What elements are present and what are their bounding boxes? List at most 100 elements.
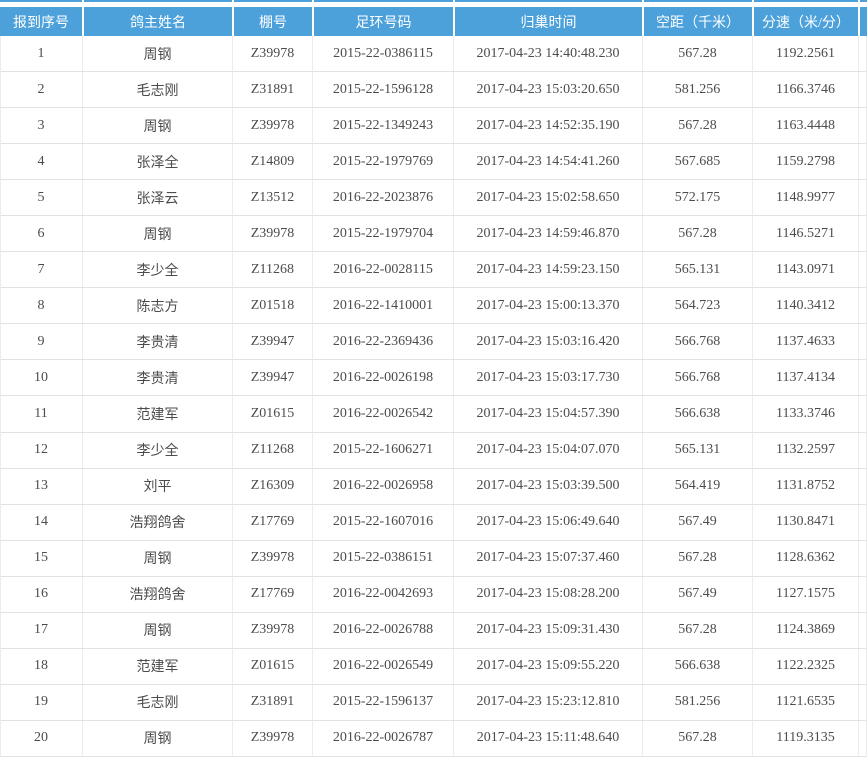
column-header-speed: 分速（米/分） bbox=[752, 0, 858, 36]
cell-speed: 1159.2798 bbox=[752, 144, 858, 179]
table-row: 12李少全Z112682015-22-16062712017-04-23 15:… bbox=[0, 433, 867, 469]
cell-loft: Z13512 bbox=[232, 180, 312, 215]
cell-speed: 1133.3746 bbox=[752, 396, 858, 431]
cell-ring: 2015-22-1349243 bbox=[312, 108, 453, 143]
cell-blank bbox=[858, 108, 867, 143]
table-row: 2毛志刚Z318912015-22-15961282017-04-23 15:0… bbox=[0, 72, 867, 108]
table-row: 16浩翔鸽舍Z177692016-22-00426932017-04-23 15… bbox=[0, 577, 867, 613]
column-header-ring: 足环号码 bbox=[312, 0, 453, 36]
table-row: 15周钢Z399782015-22-03861512017-04-23 15:0… bbox=[0, 541, 867, 577]
cell-ring: 2016-22-0026788 bbox=[312, 613, 453, 648]
cell-rank: 5 bbox=[0, 180, 82, 215]
cell-loft: Z39978 bbox=[232, 108, 312, 143]
cell-distance: 581.256 bbox=[642, 685, 752, 720]
cell-loft: Z01615 bbox=[232, 396, 312, 431]
cell-distance: 566.768 bbox=[642, 360, 752, 395]
cell-blank bbox=[858, 541, 867, 576]
cell-owner: 周钢 bbox=[82, 613, 232, 648]
cell-distance: 567.28 bbox=[642, 541, 752, 576]
cell-time: 2017-04-23 15:03:16.420 bbox=[453, 324, 642, 359]
cell-ring: 2016-22-0026542 bbox=[312, 396, 453, 431]
cell-blank bbox=[858, 252, 867, 287]
cell-owner: 周钢 bbox=[82, 721, 232, 756]
column-header-label: 足环号码 bbox=[356, 12, 412, 32]
cell-distance: 565.131 bbox=[642, 433, 752, 468]
cell-blank bbox=[858, 288, 867, 323]
cell-ring: 2015-22-0386115 bbox=[312, 36, 453, 71]
cell-distance: 581.256 bbox=[642, 72, 752, 107]
cell-distance: 566.768 bbox=[642, 324, 752, 359]
table-row: 3周钢Z399782015-22-13492432017-04-23 14:52… bbox=[0, 108, 867, 144]
cell-speed: 1148.9977 bbox=[752, 180, 858, 215]
cell-loft: Z16309 bbox=[232, 469, 312, 504]
cell-loft: Z31891 bbox=[232, 685, 312, 720]
cell-ring: 2016-22-0026198 bbox=[312, 360, 453, 395]
cell-blank bbox=[858, 505, 867, 540]
table-row: 6周钢Z399782015-22-19797042017-04-23 14:59… bbox=[0, 216, 867, 252]
cell-blank bbox=[858, 36, 867, 71]
cell-distance: 567.28 bbox=[642, 36, 752, 71]
cell-ring: 2015-22-1596137 bbox=[312, 685, 453, 720]
cell-rank: 4 bbox=[0, 144, 82, 179]
cell-ring: 2016-22-0042693 bbox=[312, 577, 453, 612]
cell-loft: Z01615 bbox=[232, 649, 312, 684]
cell-blank bbox=[858, 577, 867, 612]
table-row: 14浩翔鸽舍Z177692015-22-16070162017-04-23 15… bbox=[0, 505, 867, 541]
cell-speed: 1121.6535 bbox=[752, 685, 858, 720]
cell-loft: Z39978 bbox=[232, 36, 312, 71]
cell-distance: 564.723 bbox=[642, 288, 752, 323]
cell-speed: 1192.2561 bbox=[752, 36, 858, 71]
cell-time: 2017-04-23 15:11:48.640 bbox=[453, 721, 642, 756]
cell-owner: 范建军 bbox=[82, 396, 232, 431]
cell-speed: 1143.0971 bbox=[752, 252, 858, 287]
cell-blank bbox=[858, 216, 867, 251]
table-row: 1周钢Z399782015-22-03861152017-04-23 14:40… bbox=[0, 36, 867, 72]
cell-ring: 2016-22-0026787 bbox=[312, 721, 453, 756]
cell-loft: Z11268 bbox=[232, 433, 312, 468]
cell-distance: 572.175 bbox=[642, 180, 752, 215]
cell-time: 2017-04-23 15:08:28.200 bbox=[453, 577, 642, 612]
column-header-blank bbox=[858, 0, 867, 36]
table-row: 5张泽云Z135122016-22-20238762017-04-23 15:0… bbox=[0, 180, 867, 216]
cell-blank bbox=[858, 433, 867, 468]
cell-time: 2017-04-23 15:06:49.640 bbox=[453, 505, 642, 540]
cell-time: 2017-04-23 15:02:58.650 bbox=[453, 180, 642, 215]
cell-loft: Z11268 bbox=[232, 252, 312, 287]
cell-ring: 2016-22-1410001 bbox=[312, 288, 453, 323]
cell-time: 2017-04-23 14:52:35.190 bbox=[453, 108, 642, 143]
cell-time: 2017-04-23 14:54:41.260 bbox=[453, 144, 642, 179]
cell-loft: Z01518 bbox=[232, 288, 312, 323]
cell-rank: 19 bbox=[0, 685, 82, 720]
cell-speed: 1127.1575 bbox=[752, 577, 858, 612]
cell-rank: 10 bbox=[0, 360, 82, 395]
cell-distance: 567.685 bbox=[642, 144, 752, 179]
cell-owner: 毛志刚 bbox=[82, 72, 232, 107]
cell-ring: 2015-22-1979704 bbox=[312, 216, 453, 251]
cell-time: 2017-04-23 15:09:31.430 bbox=[453, 613, 642, 648]
cell-rank: 14 bbox=[0, 505, 82, 540]
cell-loft: Z14809 bbox=[232, 144, 312, 179]
cell-rank: 1 bbox=[0, 36, 82, 71]
column-header-loft: 棚号 bbox=[232, 0, 312, 36]
cell-rank: 3 bbox=[0, 108, 82, 143]
cell-distance: 566.638 bbox=[642, 649, 752, 684]
cell-owner: 范建军 bbox=[82, 649, 232, 684]
pigeon-race-results-table: 报到序号鸽主姓名棚号足环号码归巢时间空距（千米）分速（米/分） 1周钢Z3997… bbox=[0, 0, 867, 757]
cell-blank bbox=[858, 72, 867, 107]
cell-ring: 2015-22-0386151 bbox=[312, 541, 453, 576]
table-row: 20周钢Z399782016-22-00267872017-04-23 15:1… bbox=[0, 721, 867, 757]
cell-distance: 567.28 bbox=[642, 613, 752, 648]
column-header-label: 归巢时间 bbox=[521, 12, 577, 32]
cell-owner: 周钢 bbox=[82, 216, 232, 251]
cell-distance: 565.131 bbox=[642, 252, 752, 287]
cell-distance: 564.419 bbox=[642, 469, 752, 504]
cell-ring: 2016-22-0028115 bbox=[312, 252, 453, 287]
cell-owner: 张泽全 bbox=[82, 144, 232, 179]
cell-ring: 2016-22-0026549 bbox=[312, 649, 453, 684]
cell-rank: 2 bbox=[0, 72, 82, 107]
cell-time: 2017-04-23 14:59:23.150 bbox=[453, 252, 642, 287]
table-row: 13刘平Z163092016-22-00269582017-04-23 15:0… bbox=[0, 469, 867, 505]
cell-loft: Z39978 bbox=[232, 721, 312, 756]
cell-speed: 1163.4448 bbox=[752, 108, 858, 143]
cell-ring: 2015-22-1979769 bbox=[312, 144, 453, 179]
